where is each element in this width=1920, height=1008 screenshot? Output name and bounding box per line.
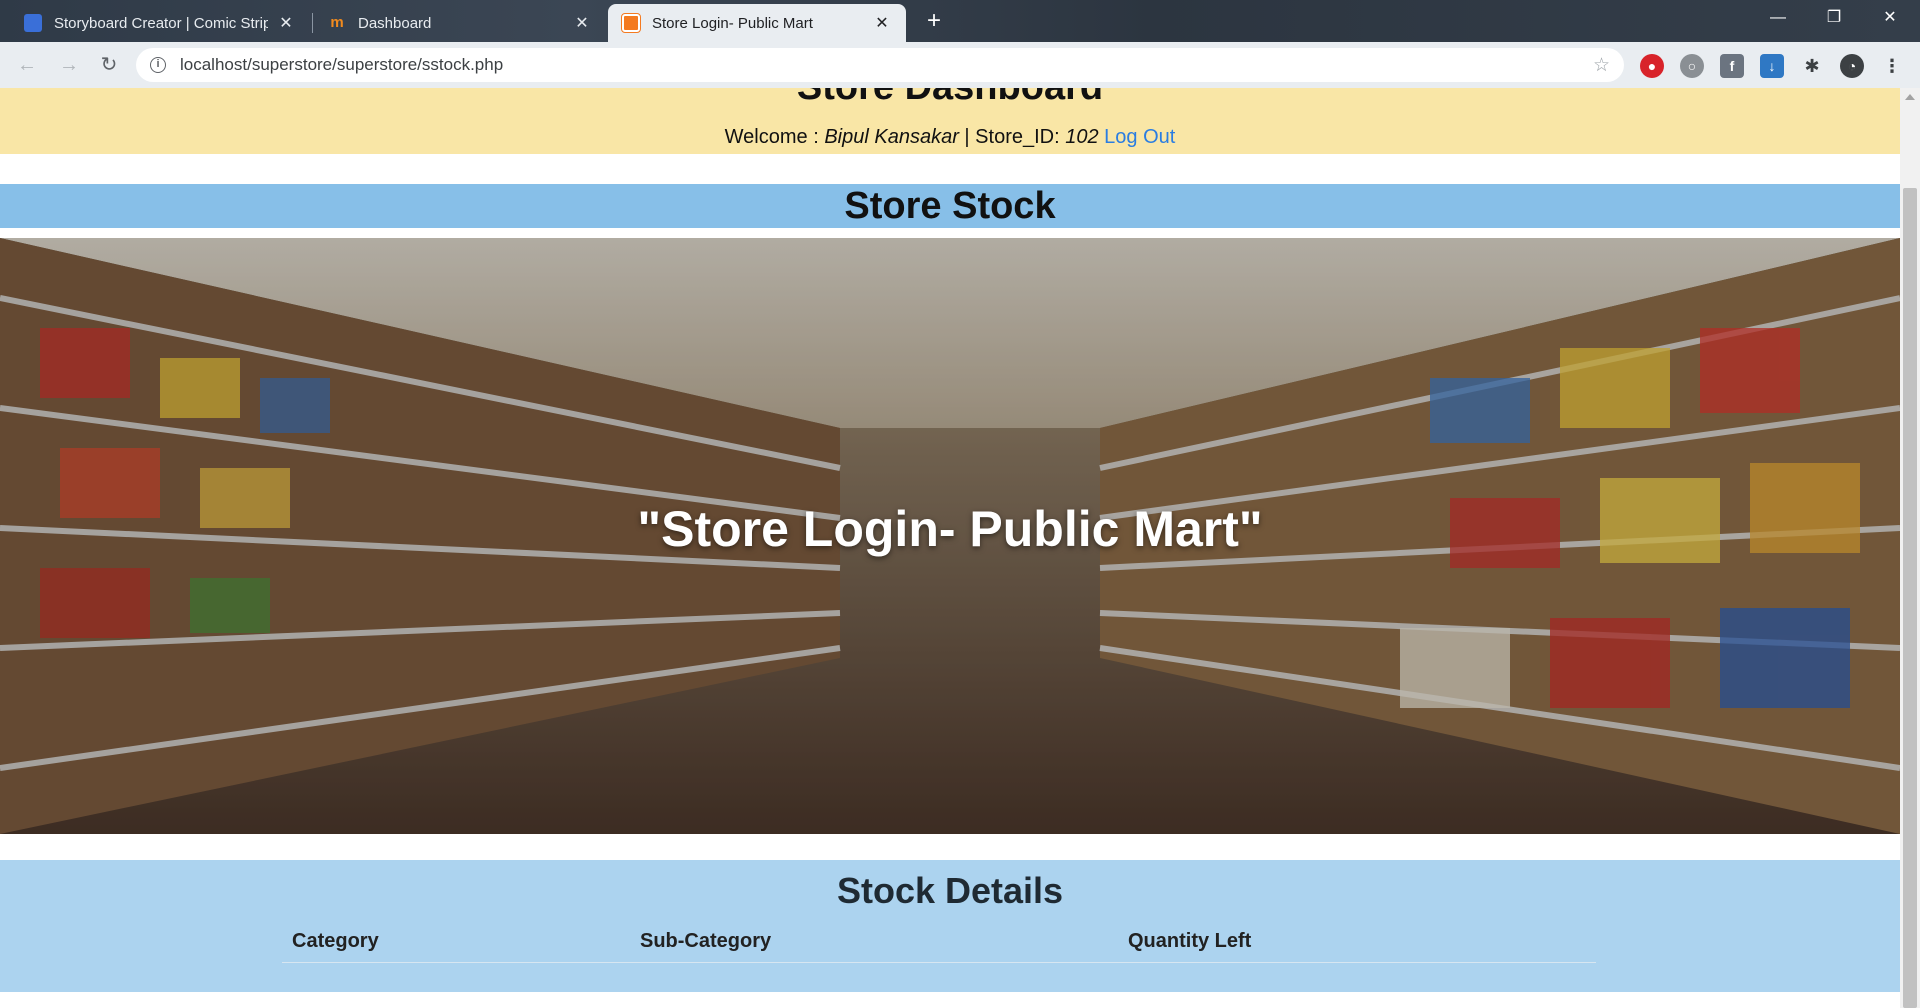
logout-link[interactable]: Log Out: [1104, 126, 1175, 148]
menu-dots-icon[interactable]: ⋮: [1880, 54, 1904, 78]
hero-image: "Store Login- Public Mart": [0, 238, 1900, 834]
back-icon[interactable]: ←: [14, 52, 40, 78]
store-id-value: 102: [1065, 126, 1099, 148]
stock-details-section: Stock Details Category Sub-Category Quan…: [0, 860, 1900, 992]
browser-tab-strip: Storyboard Creator | Comic Strip ✕ m Das…: [0, 0, 1920, 42]
tab-store-login[interactable]: Store Login- Public Mart ✕: [608, 4, 906, 42]
close-icon[interactable]: ✕: [276, 13, 296, 33]
tab-title: Dashboard: [358, 14, 432, 32]
tab-separator: [312, 13, 313, 33]
new-tab-icon[interactable]: +: [920, 8, 948, 36]
extensions-puzzle-icon[interactable]: ✱: [1800, 54, 1824, 78]
facebook-extension-icon[interactable]: f: [1720, 54, 1744, 78]
column-header-quantity-left: Quantity Left: [1128, 930, 1252, 952]
welcome-label: Welcome :: [724, 126, 825, 148]
restore-icon[interactable]: ❐: [1806, 0, 1862, 36]
circle-extension-icon[interactable]: ○: [1680, 54, 1704, 78]
store-stock-heading: Store Stock: [0, 184, 1900, 228]
forward-icon[interactable]: →: [56, 52, 82, 78]
scroll-up-icon[interactable]: [1905, 94, 1915, 100]
scrollbar-thumb[interactable]: [1903, 188, 1917, 1008]
minimize-icon[interactable]: —: [1750, 0, 1806, 36]
reload-icon[interactable]: ↻: [96, 52, 122, 78]
column-header-category: Category: [292, 930, 379, 952]
stock-details-title: Stock Details: [836, 870, 1064, 911]
column-header-sub-category: Sub-Category: [640, 930, 772, 952]
tab-storyboard[interactable]: Storyboard Creator | Comic Strip ✕: [10, 4, 310, 42]
profile-avatar[interactable]: ◔: [1840, 54, 1864, 78]
storyboard-icon: [24, 14, 42, 32]
dashboard-header: Store Dashboard Welcome : Bipul Kansakar…: [0, 88, 1900, 154]
hero-title: "Store Login- Public Mart": [637, 501, 1263, 557]
adblock-extension-icon[interactable]: ●: [1640, 54, 1664, 78]
address-bar[interactable]: i localhost/superstore/superstore/sstock…: [136, 48, 1624, 82]
welcome-line: Welcome : Bipul Kansakar | Store_ID: 102…: [0, 126, 1900, 149]
tab-title: Store Login- Public Mart: [652, 14, 813, 32]
user-name: Bipul Kansakar: [824, 126, 959, 148]
bookmark-star-icon[interactable]: ☆: [1593, 54, 1610, 77]
store-id-label: | Store_ID:: [958, 126, 1066, 148]
info-icon[interactable]: i: [150, 57, 166, 73]
url-text: localhost/superstore/superstore/sstock.p…: [180, 55, 504, 74]
dashboard-icon: m: [330, 14, 344, 31]
xampp-icon: [621, 13, 641, 33]
tab-title: Storyboard Creator | Comic Strip: [54, 14, 268, 32]
close-icon[interactable]: ✕: [872, 13, 892, 33]
page-scrollbar[interactable]: [1900, 88, 1920, 1008]
page-viewport: Store Dashboard Welcome : Bipul Kansakar…: [0, 88, 1900, 1008]
table-header-divider: [282, 962, 1596, 963]
close-icon[interactable]: ✕: [572, 13, 592, 33]
page-title: Store Dashboard: [0, 88, 1900, 109]
close-window-icon[interactable]: ✕: [1862, 0, 1918, 36]
download-extension-icon[interactable]: ↓: [1760, 54, 1784, 78]
browser-toolbar: ← → ↻ i localhost/superstore/superstore/…: [0, 42, 1920, 88]
tab-dashboard[interactable]: m Dashboard ✕: [314, 4, 606, 42]
